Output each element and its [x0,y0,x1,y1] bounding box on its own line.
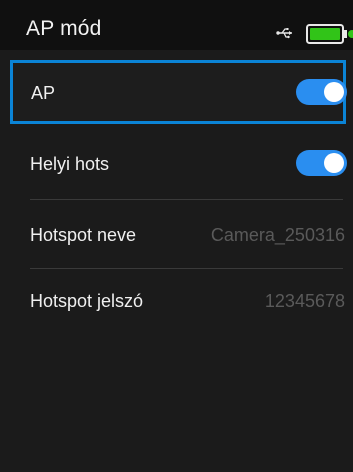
hotspot-password-value: 12345678 [264,291,345,311]
ap-label: AP [31,83,56,103]
ap-toggle-knob [324,82,344,102]
usb-icon [276,28,292,39]
ap-row[interactable]: AP [10,60,347,124]
hotspot-name-row[interactable]: Hotspot neve Camera_250316 [10,202,353,268]
status-bar: AP mód [0,0,353,50]
ap-mode-screen: AP mód AP Helyi hots Hotspot neve Camera… [0,0,353,472]
ap-toggle[interactable] [296,79,347,105]
page-title: AP mód [26,17,102,40]
hotspot-password-row[interactable]: Hotspot jelszó 12345678 [10,269,353,335]
hotspot-password-label: Hotspot jelszó [30,291,144,311]
hotspot-name-value: Camera_250316 [210,225,345,245]
local-hotspot-row[interactable]: Helyi hots [10,130,353,196]
local-hotspot-toggle-knob [324,153,344,173]
local-hotspot-label: Helyi hots [30,154,110,174]
battery-icon [306,24,353,44]
hotspot-name-label: Hotspot neve [30,225,137,245]
divider [30,199,343,200]
local-hotspot-toggle[interactable] [296,150,347,176]
